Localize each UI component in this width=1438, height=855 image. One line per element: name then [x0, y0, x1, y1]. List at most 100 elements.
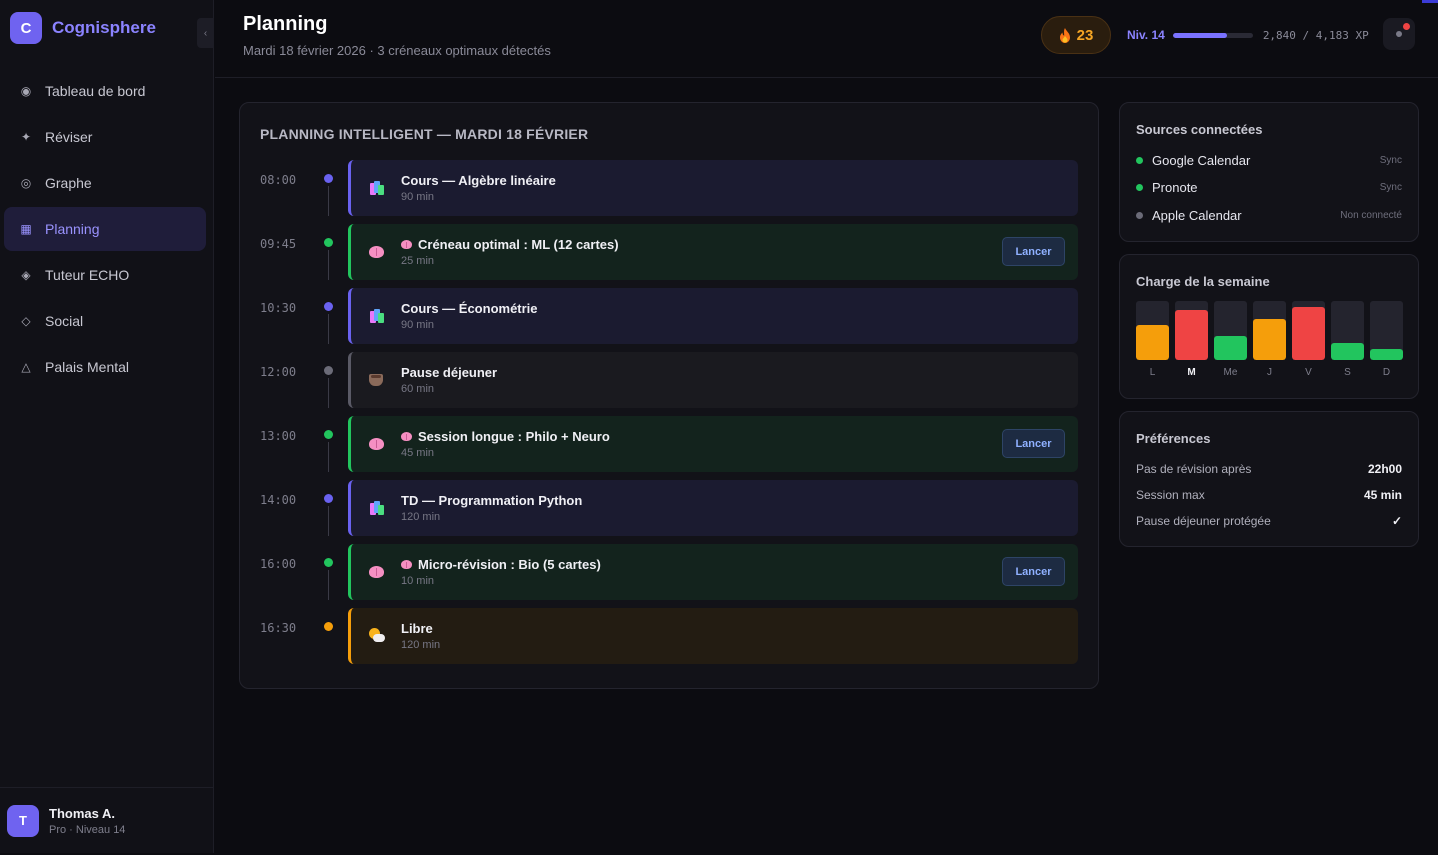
event-text: Créneau optimal : ML (12 cartes) 25 min: [401, 237, 619, 267]
event-text: Pause déjeuner 60 min: [401, 365, 497, 395]
event-title-text: Créneau optimal : ML (12 cartes): [418, 237, 619, 252]
timeline-row: 13:00 Session longue : Philo + Neuro 45 mi…: [240, 416, 1098, 480]
event-card[interactable]: Pause déjeuner 60 min: [348, 352, 1078, 408]
preference-label: Pas de révision après: [1136, 462, 1252, 476]
source-row[interactable]: Pronote Sync: [1136, 178, 1402, 198]
timeline-dot: [324, 430, 333, 439]
page-title: Planning: [243, 13, 328, 35]
user-name: Thomas A.: [49, 805, 115, 821]
launch-button[interactable]: Lancer: [1002, 237, 1065, 266]
sidebar-item-tuteur-echo[interactable]: ◈ Tuteur ECHO: [4, 253, 206, 297]
sidebar-item-graphe[interactable]: ◎ Graphe: [4, 161, 206, 205]
brain-shape: [369, 438, 384, 450]
launch-button[interactable]: Lancer: [1002, 557, 1065, 586]
bell-icon: [1396, 31, 1402, 37]
sidebar-item-reviser[interactable]: ✦ Réviser: [4, 115, 206, 159]
timeline-dot: [324, 558, 333, 567]
source-status: Non connecté: [1340, 209, 1402, 221]
source-row[interactable]: Apple Calendar Non connecté: [1136, 205, 1402, 225]
timeline-connector: [328, 570, 329, 600]
timeline-row: 12:00 Pause déjeuner 60 min: [240, 352, 1098, 416]
brain-icon: [401, 432, 412, 441]
preference-row[interactable]: Pas de révision après 22h00: [1136, 460, 1402, 478]
event-duration: 60 min: [401, 383, 435, 395]
timeline-connector: [328, 442, 329, 472]
event-time: 14:00: [260, 493, 297, 507]
event-title-text: Micro-révision : Bio (5 cartes): [418, 557, 601, 572]
event-duration: 25 min: [401, 255, 435, 267]
streak-badge[interactable]: 23: [1041, 16, 1111, 54]
notifications-button[interactable]: [1383, 18, 1415, 50]
sidebar-item-label: Tableau de bord: [45, 83, 146, 99]
social-icon: ◇: [21, 314, 31, 328]
weekload-chart: L M Me J V S D: [1136, 301, 1404, 381]
sidebar-item-label: Social: [45, 313, 84, 329]
timeline-row: 09:45 Créneau optimal : ML (12 cartes) 25 …: [240, 224, 1098, 288]
preference-row[interactable]: Pause déjeuner protégée ✓: [1136, 512, 1402, 530]
event-text: TD — Programmation Python 120 min: [401, 493, 582, 523]
weekload-bar-track: [1253, 301, 1286, 360]
weekload-day-label: Me: [1223, 367, 1238, 378]
launch-button[interactable]: Lancer: [1002, 429, 1065, 458]
preference-label: Pause déjeuner protégée: [1136, 514, 1271, 528]
brand[interactable]: C Cognisphere: [10, 12, 156, 44]
event-card[interactable]: Cours — Algèbre linéaire 90 min: [348, 160, 1078, 216]
preference-label: Session max: [1136, 488, 1205, 502]
event-duration: 120 min: [401, 511, 441, 523]
sparkle-icon: ✦: [20, 130, 32, 144]
sun-cloud-icon: [369, 628, 385, 644]
event-card[interactable]: Cours — Économétrie 90 min: [348, 288, 1078, 344]
weekload-card: Charge de la semaine L M Me J V S D: [1119, 254, 1419, 399]
weekload-bar-fill: [1214, 336, 1247, 360]
event-text: Cours — Économétrie 90 min: [401, 301, 538, 331]
calendar-icon: ▦: [20, 222, 32, 236]
brain-icon: [369, 436, 385, 452]
timeline-row: 16:00 Micro-révision : Bio (5 cartes) 10 m…: [240, 544, 1098, 608]
graph-icon: ◎: [20, 176, 32, 190]
timeline-dot: [324, 494, 333, 503]
sidebar-item-label: Graphe: [45, 175, 92, 191]
source-status-dot: [1136, 184, 1143, 191]
preference-row[interactable]: Session max 45 min: [1136, 486, 1402, 504]
timeline-dot: [324, 302, 333, 311]
preference-value: ✓: [1391, 514, 1402, 528]
page-header: Planning Mardi 18 février 2026 · 3 créne…: [215, 0, 1438, 78]
books-icon: [369, 180, 385, 196]
user-profile[interactable]: T Thomas A. Pro · Niveau 14: [0, 787, 214, 853]
preference-value: 22h00: [1367, 462, 1402, 476]
event-duration: 90 min: [401, 319, 435, 331]
event-title-text: Session longue : Philo + Neuro: [418, 429, 610, 444]
event-time: 08:00: [260, 173, 297, 187]
event-card[interactable]: TD — Programmation Python 120 min: [348, 480, 1078, 536]
app-name: Cognisphere: [52, 18, 156, 37]
event-card[interactable]: Libre 120 min: [348, 608, 1078, 664]
event-time: 09:45: [260, 237, 297, 251]
timeline-row: 10:30 Cours — Économétrie 90 min: [240, 288, 1098, 352]
timeline-dot: [324, 622, 333, 631]
event-card[interactable]: Micro-révision : Bio (5 cartes) 10 min Lan…: [348, 544, 1078, 600]
sidebar-item-tableau-de-bord[interactable]: ◉ Tableau de bord: [4, 69, 206, 113]
sidebar-item-social[interactable]: ◇ Social: [4, 299, 206, 343]
window-corner-accent: [1422, 0, 1438, 3]
weekload-bar-fill: [1331, 343, 1364, 360]
cup-shape: [369, 374, 383, 386]
weekload-bar-fill: [1136, 324, 1169, 360]
timeline-row: 08:00 Cours — Algèbre linéaire 90 min: [240, 160, 1098, 224]
coffee-icon: [369, 372, 385, 388]
source-status-dot: [1136, 211, 1143, 219]
collapse-sidebar-button[interactable]: ‹: [197, 18, 214, 48]
planning-panel: PLANNING INTELLIGENT — MARDI 18 FÉVRIER …: [239, 102, 1099, 689]
dashboard-icon: ◉: [20, 84, 32, 98]
source-row[interactable]: Google Calendar Sync: [1136, 150, 1402, 170]
sidebar-item-palais-mental[interactable]: △ Palais Mental: [4, 345, 206, 389]
event-card[interactable]: Session longue : Philo + Neuro 45 min Lanc…: [348, 416, 1078, 472]
timeline-row: 16:30 Libre 120 min: [240, 608, 1098, 672]
source-name: Apple Calendar: [1152, 207, 1242, 223]
event-card[interactable]: Créneau optimal : ML (12 cartes) 25 min La…: [348, 224, 1078, 280]
palace-icon: △: [21, 360, 31, 374]
weekload-day-label: M: [1187, 367, 1196, 378]
weekload-day-label: J: [1267, 367, 1272, 378]
sidebar-item-planning[interactable]: ▦ Planning: [4, 207, 206, 251]
event-title: TD — Programmation Python: [401, 493, 582, 508]
event-duration: 10 min: [401, 575, 435, 587]
